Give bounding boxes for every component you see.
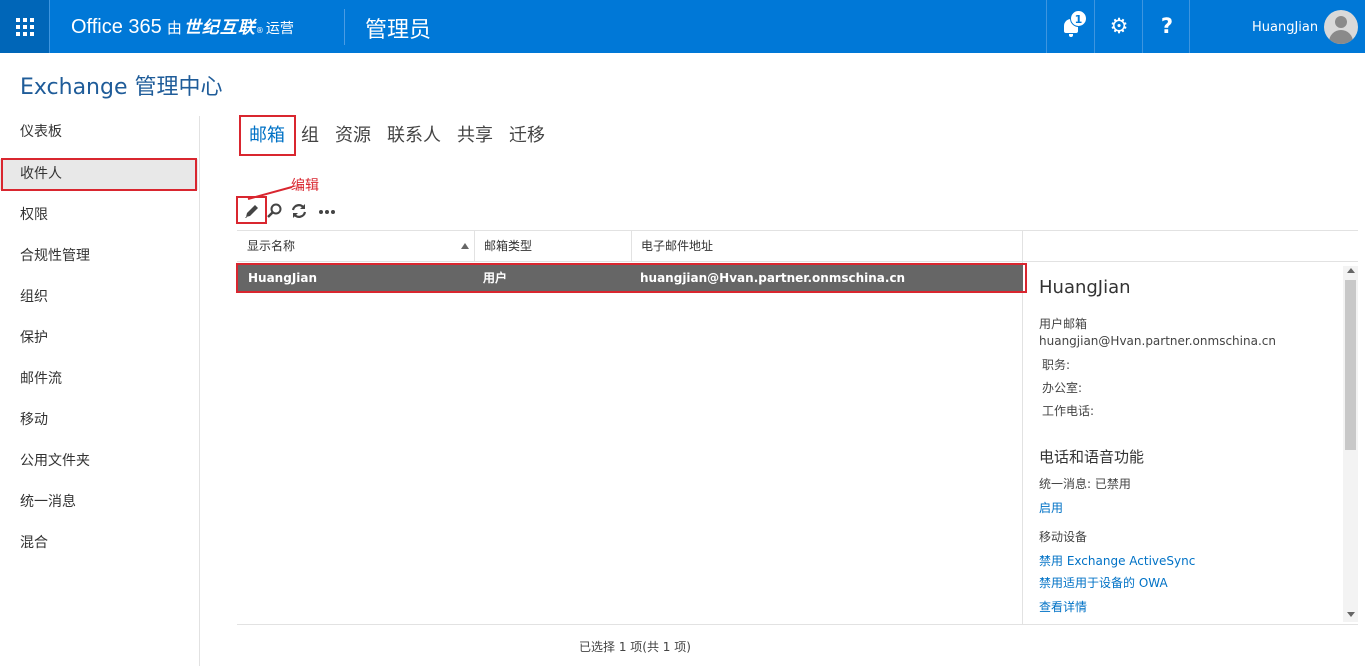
sidebar-divider: [199, 116, 200, 666]
registered-mark: ®: [255, 26, 264, 35]
gear-icon: ⚙: [1109, 14, 1129, 38]
brand-operated: 运营: [265, 21, 294, 37]
scroll-down-icon[interactable]: [1347, 612, 1355, 617]
disable-activesync-link[interactable]: 禁用 Exchange ActiveSync: [1039, 552, 1195, 569]
avatar-head-icon: [1335, 16, 1347, 28]
help-icon: ?: [1160, 14, 1174, 38]
sidebar-item-mobile[interactable]: 移动: [0, 405, 198, 436]
column-header-email[interactable]: 电子邮件地址: [631, 231, 1021, 262]
details-mailbox-type: 用户邮箱: [1039, 317, 1088, 331]
details-mobile-heading: 移动设备: [1039, 530, 1088, 544]
tab-groups[interactable]: 组: [301, 121, 319, 147]
details-email: huangjian@Hvan.partner.onmschina.cn: [1039, 334, 1276, 348]
more-icon: [319, 210, 335, 214]
details-office-label: 办公室:: [1042, 381, 1083, 395]
tab-migration[interactable]: 迁移: [509, 121, 545, 147]
column-header-display-name[interactable]: 显示名称: [237, 231, 474, 262]
search-button[interactable]: [264, 200, 286, 222]
enable-um-link[interactable]: 启用: [1039, 499, 1063, 516]
table-footer-divider: [237, 624, 1358, 625]
column-header-mailbox-type[interactable]: 邮箱类型: [474, 231, 631, 262]
details-name: HuangJian: [1039, 277, 1131, 298]
sidebar-item-mail-flow[interactable]: 邮件流: [0, 364, 198, 395]
details-um-status: 统一消息: 已禁用: [1039, 477, 1131, 491]
scrollbar-thumb[interactable]: [1345, 280, 1356, 450]
partner-logo: 世纪互联: [183, 18, 256, 38]
view-details-link[interactable]: 查看详情: [1039, 598, 1087, 615]
scroll-up-icon[interactable]: [1347, 268, 1355, 273]
recipients-highlight-box: [1, 158, 197, 191]
mailboxes-highlight-box: [239, 115, 296, 156]
sidebar-item-public-folders[interactable]: 公用文件夹: [0, 446, 198, 477]
sidebar-item-compliance[interactable]: 合规性管理: [0, 241, 198, 272]
app-name: Office 365: [71, 16, 162, 38]
sidebar-item-permissions[interactable]: 权限: [0, 200, 198, 231]
section-title[interactable]: 管理员: [365, 12, 431, 44]
row-highlight-box: [236, 263, 1027, 293]
disable-owa-link[interactable]: 禁用适用于设备的 OWA: [1039, 574, 1168, 591]
avatar-body-icon: [1329, 30, 1353, 44]
avatar[interactable]: [1324, 10, 1358, 44]
table-header: 显示名称 邮箱类型 电子邮件地址: [237, 230, 1358, 262]
waffle-icon: [16, 18, 34, 36]
more-options-button[interactable]: [316, 200, 338, 222]
details-phone-label: 工作电话:: [1042, 404, 1095, 418]
app-launcher-button[interactable]: [0, 0, 50, 53]
selection-status: 已选择 1 项(共 1 项): [579, 640, 691, 654]
sort-ascending-icon: [461, 243, 469, 249]
sidebar-item-hybrid[interactable]: 混合: [0, 528, 198, 559]
sidebar-item-organization[interactable]: 组织: [0, 282, 198, 313]
notifications-button[interactable]: 1: [1046, 0, 1094, 53]
tab-resources[interactable]: 资源: [335, 121, 371, 147]
tab-shared[interactable]: 共享: [457, 121, 493, 147]
user-name[interactable]: HuangJian: [1252, 20, 1318, 35]
search-icon: [267, 203, 282, 218]
sidebar-item-unified-messaging[interactable]: 统一消息: [0, 487, 198, 518]
pencil-icon: [245, 205, 258, 218]
details-voice-heading: 电话和语音功能: [1039, 448, 1145, 466]
refresh-button[interactable]: [288, 200, 310, 222]
refresh-icon: [291, 204, 307, 218]
help-button[interactable]: ?: [1142, 0, 1190, 53]
tab-contacts[interactable]: 联系人: [387, 121, 441, 147]
sidebar-item-dashboard[interactable]: 仪表板: [0, 117, 198, 148]
page-title: Exchange 管理中心: [20, 75, 223, 100]
settings-button[interactable]: ⚙: [1094, 0, 1142, 53]
notification-badge: 1: [1070, 10, 1087, 27]
edit-annotation-label: 编辑: [291, 178, 319, 194]
top-bar: Office 365 由 世纪互联 ® 运营 管理员 1 ⚙ ? HuangJi…: [0, 0, 1365, 53]
topbar-divider: [344, 9, 345, 45]
details-title-label: 职务:: [1042, 358, 1071, 372]
sidebar-item-protection[interactable]: 保护: [0, 323, 198, 354]
edit-button[interactable]: [241, 200, 263, 222]
brand-by: 由: [166, 19, 182, 37]
brand[interactable]: Office 365 由 世纪互联 ® 运营: [71, 13, 294, 41]
